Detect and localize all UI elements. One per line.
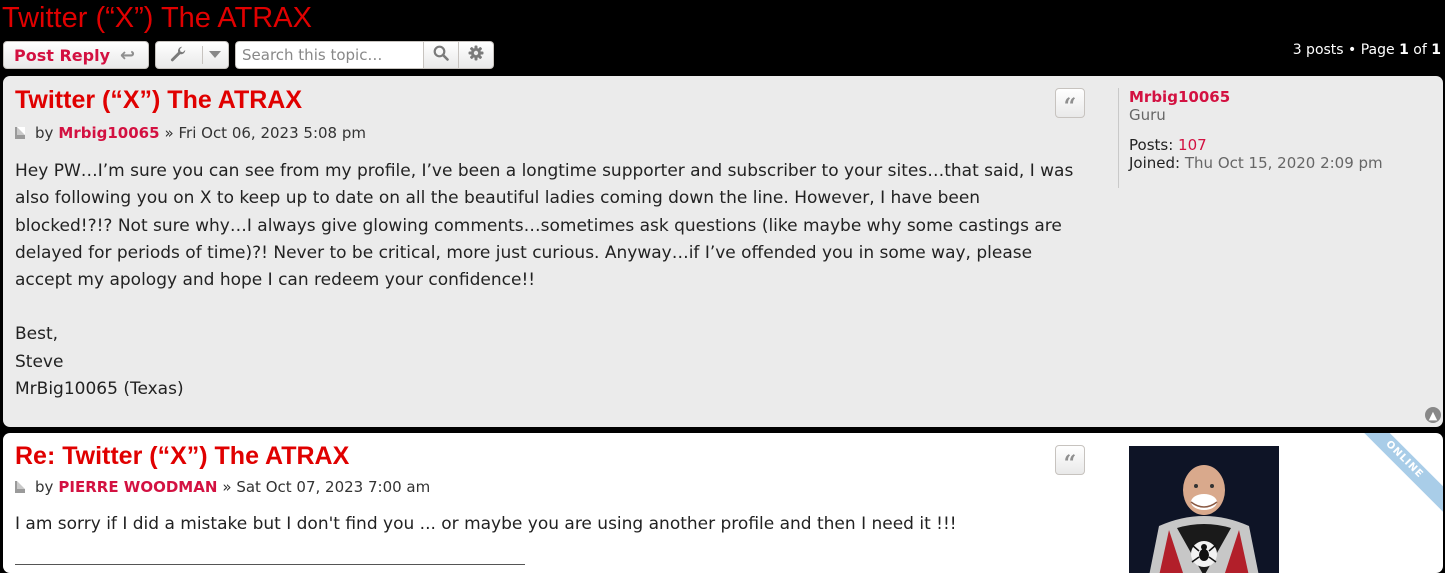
posts-count-text: 3 posts • Page [1292, 42, 1400, 58]
topic-tools-button[interactable] [155, 41, 229, 69]
posts-label: Posts: [1129, 136, 1174, 154]
post-title[interactable]: Twitter (“X”) The ATRAX [15, 85, 302, 115]
search-button[interactable] [424, 41, 459, 69]
avatar[interactable] [1129, 446, 1279, 573]
post-date: » Fri Oct 06, 2023 5:08 pm [164, 124, 366, 142]
current-page: 1 [1399, 42, 1409, 58]
search-input[interactable] [235, 41, 424, 69]
signature-divider [15, 564, 525, 565]
of-text: of [1408, 42, 1432, 58]
total-pages: 1 [1431, 42, 1441, 58]
by-label: by [35, 124, 54, 142]
author-link[interactable]: Mrbig10065 [58, 124, 159, 142]
signoff-line: MrBig10065 (Texas) [15, 379, 184, 400]
post-meta: by PIERRE WOODMAN » Sat Oct 07, 2023 7:0… [15, 478, 430, 496]
profile-rank: Guru [1129, 106, 1166, 124]
signoff-line: Steve [15, 351, 64, 372]
online-badge: ONLINE [1344, 433, 1443, 520]
pagination: 3 posts • Page 1 of 1 [1293, 41, 1441, 59]
posts-count[interactable]: 107 [1178, 136, 1207, 154]
action-bar: Post Reply ↩ 3 posts • Page 1 of 1 [3, 41, 1443, 71]
profile-username[interactable]: Mrbig10065 [1129, 88, 1383, 106]
profile-joined: Joined: Thu Oct 15, 2020 2:09 pm [1129, 154, 1383, 172]
topic-search [235, 41, 495, 69]
divider [202, 46, 203, 64]
post-paragraph: Hey PW…I’m sure you can see from my prof… [15, 161, 1074, 291]
post-reply-button[interactable]: Post Reply ↩ [3, 41, 149, 69]
joined-date: Thu Oct 15, 2020 2:09 pm [1184, 154, 1383, 172]
post-paragraph: I am sorry if I did a mistake but I don'… [15, 514, 957, 534]
quote-icon: “ [1063, 451, 1077, 477]
post-icon[interactable] [15, 481, 25, 493]
quote-icon: “ [1063, 94, 1077, 120]
post: Twitter (“X”) The ATRAX by Mrbig10065 » … [3, 76, 1443, 427]
joined-label: Joined: [1129, 154, 1181, 172]
chevron-down-icon [209, 51, 221, 58]
author-link[interactable]: PIERRE WOODMAN [58, 478, 217, 496]
back-to-top-icon[interactable]: ▲ [1425, 407, 1441, 423]
signoff-line: Best, [15, 324, 59, 345]
post: Re: Twitter (“X”) The ATRAX by PIERRE WO… [3, 433, 1443, 573]
advanced-search-button[interactable] [459, 41, 494, 69]
by-label: by [35, 478, 54, 496]
search-icon [433, 45, 449, 65]
quote-button[interactable]: “ [1055, 88, 1085, 118]
post-profile: Mrbig10065 Guru Posts: 107 Joined: Thu O… [1118, 88, 1383, 188]
post-date: » Sat Oct 07, 2023 7:00 am [222, 478, 431, 496]
post-content: I am sorry if I did a mistake but I don'… [15, 511, 1075, 538]
post-meta: by Mrbig10065 » Fri Oct 06, 2023 5:08 pm [15, 124, 366, 142]
quote-button[interactable]: “ [1055, 445, 1085, 475]
post-reply-label: Post Reply [14, 45, 110, 65]
post-icon[interactable] [15, 127, 25, 139]
gear-icon [468, 45, 484, 65]
topic-title[interactable]: Twitter (“X”) The ATRAX [2, 0, 312, 36]
post-title[interactable]: Re: Twitter (“X”) The ATRAX [15, 441, 349, 471]
post-content: Hey PW…I’m sure you can see from my prof… [15, 158, 1075, 403]
reply-icon: ↩ [120, 44, 136, 66]
profile-posts: Posts: 107 [1129, 136, 1383, 154]
wrench-icon [169, 45, 187, 67]
